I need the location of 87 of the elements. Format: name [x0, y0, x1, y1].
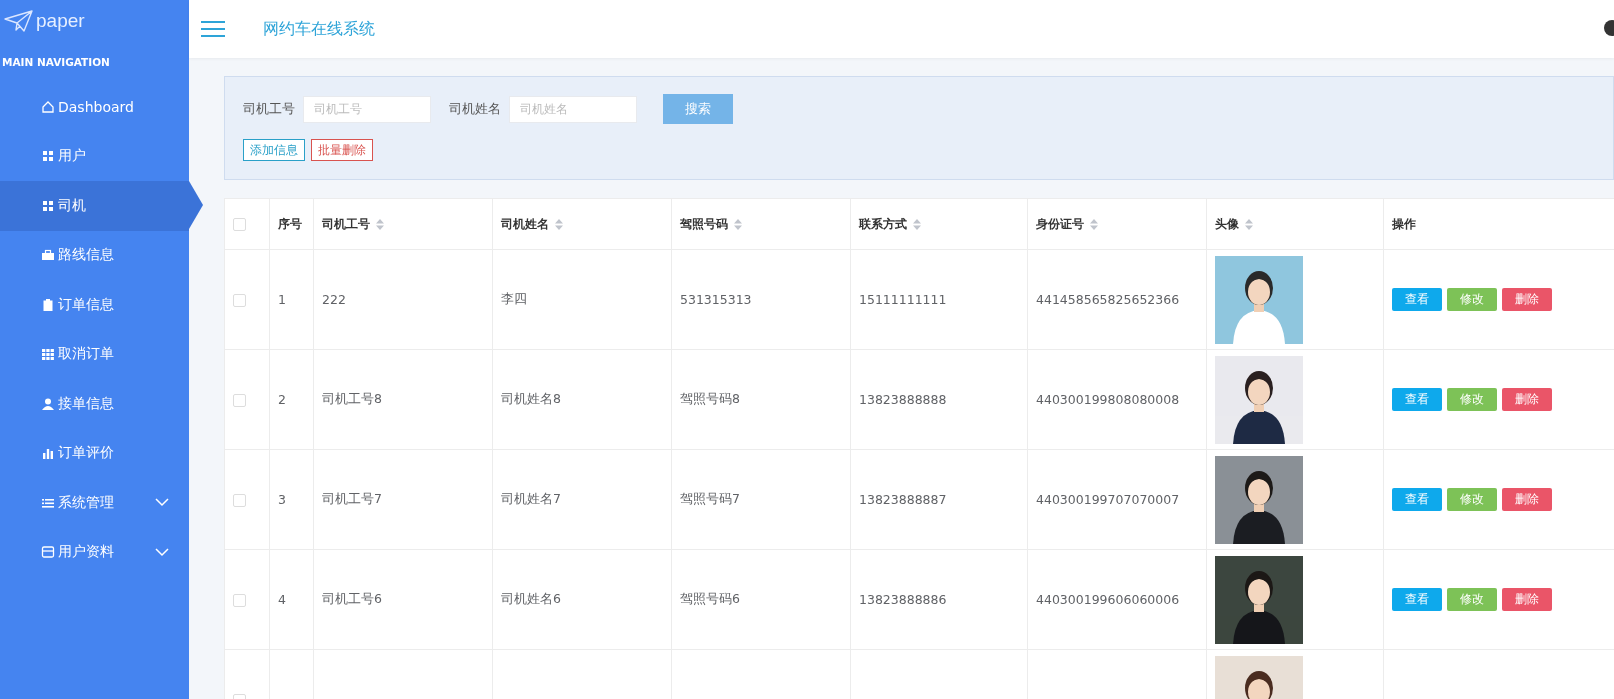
grid-icon: [41, 149, 55, 164]
table-cell: 440300199707070007: [1036, 492, 1180, 507]
table-cell: 441458565825652366: [1036, 292, 1180, 307]
table-cell: 司机姓名6: [501, 591, 561, 606]
clipboard-icon: [41, 297, 55, 312]
edit-button[interactable]: 修改: [1447, 388, 1497, 411]
column-header[interactable]: 联系方式: [859, 215, 921, 233]
view-button[interactable]: 查看: [1392, 588, 1442, 611]
search-field[interactable]: 司机工号: [303, 95, 431, 123]
sort-icon[interactable]: [555, 218, 563, 230]
edit-button[interactable]: 修改: [1447, 288, 1497, 311]
sort-icon[interactable]: [1090, 218, 1098, 230]
row-checkbox[interactable]: [233, 394, 246, 407]
add-button[interactable]: 添加信息: [243, 139, 305, 161]
sidebar-item[interactable]: 用户资料: [0, 527, 189, 577]
person-icon: [41, 396, 55, 411]
sidebar-item[interactable]: 路线信息: [0, 230, 189, 280]
card-icon: [41, 545, 55, 560]
delete-button[interactable]: 删除: [1502, 388, 1552, 411]
field-label: 司机姓名: [449, 100, 501, 118]
table-cell: 222: [322, 292, 346, 307]
sidebar-item[interactable]: 接单信息: [0, 379, 189, 429]
sidebar-item[interactable]: Dashboard: [0, 82, 189, 132]
column-header[interactable]: 司机工号: [322, 215, 384, 233]
chevron-down-icon: [155, 498, 169, 508]
table-cell: 13823888888: [859, 392, 947, 407]
delete-button[interactable]: 删除: [1502, 488, 1552, 511]
column-header[interactable]: 头像: [1215, 215, 1253, 233]
column-header[interactable]: 身份证号: [1036, 215, 1098, 233]
section-title: MAIN NAVIGATION: [1, 55, 111, 70]
table-cell: 440300199808080008: [1036, 392, 1180, 407]
column-header[interactable]: 司机姓名: [501, 215, 563, 233]
sort-icon[interactable]: [913, 218, 921, 230]
sidebar-item[interactable]: 取消订单: [0, 329, 189, 379]
briefcase-icon: [41, 248, 55, 263]
chevron-down-icon: [155, 547, 169, 557]
table-cell: 李四: [501, 291, 527, 306]
table-cell: 13823888887: [859, 492, 947, 507]
home-icon: [41, 99, 55, 114]
grid-icon: [41, 198, 55, 213]
sidebar-item[interactable]: 用户: [0, 131, 189, 181]
row-checkbox[interactable]: [233, 294, 246, 307]
column-header[interactable]: 驾照号码: [680, 215, 742, 233]
row-checkbox[interactable]: [233, 594, 246, 607]
grid-icon: [41, 347, 55, 362]
column-header: 操作: [1392, 215, 1416, 233]
sort-icon[interactable]: [734, 218, 742, 230]
view-button[interactable]: 查看: [1392, 488, 1442, 511]
table-cell: 司机工号7: [322, 491, 382, 506]
batch-delete-button[interactable]: 批量删除: [311, 139, 373, 161]
edit-button[interactable]: 修改: [1447, 488, 1497, 511]
field-label: 司机工号: [243, 100, 295, 118]
delete-button[interactable]: 删除: [1502, 588, 1552, 611]
view-button[interactable]: 查看: [1392, 388, 1442, 411]
app-title: 网约车在线系统: [263, 18, 375, 40]
table-cell: 4: [278, 592, 286, 607]
table-cell: 1: [278, 292, 286, 307]
sidebar-item[interactable]: 系统管理: [0, 478, 189, 528]
table-cell: 15111111111: [859, 292, 947, 307]
table-cell: 驾照号码6: [680, 591, 740, 606]
table-cell: 13823888886: [859, 592, 947, 607]
table-cell: 驾照号码7: [680, 491, 740, 506]
search-field[interactable]: 司机姓名: [509, 95, 637, 123]
sidebar-item[interactable]: 订单信息: [0, 280, 189, 330]
table-cell: 3: [278, 492, 286, 507]
bar-chart-icon: [41, 446, 55, 461]
table-cell: 司机姓名7: [501, 491, 561, 506]
row-checkbox[interactable]: [233, 494, 246, 507]
paper-plane-icon: [4, 10, 34, 32]
sidebar-item[interactable]: 订单评价: [0, 428, 189, 478]
table-cell: 司机工号6: [322, 591, 382, 606]
view-button[interactable]: 查看: [1392, 288, 1442, 311]
table-cell: 2: [278, 392, 286, 407]
column-header: 序号: [278, 215, 302, 233]
table-cell: 司机姓名8: [501, 391, 561, 406]
table-cell: 司机工号8: [322, 391, 382, 406]
table-cell: 驾照号码8: [680, 391, 740, 406]
select-all-checkbox[interactable]: [233, 218, 246, 231]
edit-button[interactable]: 修改: [1447, 588, 1497, 611]
sort-icon[interactable]: [1245, 218, 1253, 230]
table-cell: 531315313: [680, 292, 752, 307]
menu-icon[interactable]: [201, 20, 225, 38]
table-cell: 440300199606060006: [1036, 592, 1180, 607]
search-button[interactable]: 搜索: [663, 94, 733, 124]
logo-text: paper: [36, 10, 85, 32]
delete-button[interactable]: 删除: [1502, 288, 1552, 311]
sort-icon[interactable]: [376, 218, 384, 230]
